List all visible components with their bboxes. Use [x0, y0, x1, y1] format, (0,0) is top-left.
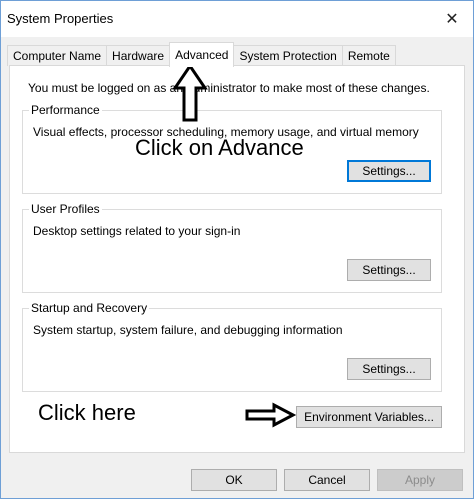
- tab-remote[interactable]: Remote: [341, 45, 396, 66]
- annotation-click-on-advance: Click on Advance: [135, 135, 304, 160]
- title-bar: System Properties ✕: [1, 1, 473, 37]
- startup-recovery-legend: Startup and Recovery: [29, 301, 150, 315]
- close-button[interactable]: ✕: [441, 9, 463, 29]
- tab-advanced[interactable]: Advanced: [169, 42, 235, 67]
- advanced-tab-panel: You must be logged on as an Administrato…: [9, 65, 465, 453]
- window-title: System Properties: [7, 11, 114, 26]
- performance-settings-button[interactable]: Settings...: [347, 160, 431, 182]
- up-arrow-icon: [172, 64, 208, 122]
- user-profiles-settings-button[interactable]: Settings...: [347, 259, 431, 281]
- user-profiles-group: User Profiles Desktop settings related t…: [22, 202, 442, 293]
- tab-strip: Computer Name Hardware Advanced System P…: [7, 42, 396, 67]
- startup-recovery-group: Startup and Recovery System startup, sys…: [22, 301, 442, 392]
- annotation-click-here: Click here: [38, 400, 136, 425]
- tab-hardware[interactable]: Hardware: [106, 45, 171, 66]
- close-icon: ✕: [445, 11, 459, 28]
- tab-computer-name[interactable]: Computer Name: [7, 45, 108, 66]
- ok-button[interactable]: OK: [191, 469, 277, 491]
- performance-legend: Performance: [29, 103, 102, 117]
- cancel-button[interactable]: Cancel: [284, 469, 370, 491]
- tab-system-protection[interactable]: System Protection: [233, 45, 343, 66]
- startup-recovery-description: System startup, system failure, and debu…: [33, 323, 343, 337]
- environment-variables-button[interactable]: Environment Variables...: [296, 406, 442, 428]
- apply-button[interactable]: Apply: [377, 469, 463, 491]
- right-arrow-icon: [245, 402, 296, 428]
- startup-recovery-settings-button[interactable]: Settings...: [347, 358, 431, 380]
- user-profiles-description: Desktop settings related to your sign-in: [33, 224, 241, 238]
- admin-note: You must be logged on as an Administrato…: [28, 81, 430, 95]
- user-profiles-legend: User Profiles: [29, 202, 102, 216]
